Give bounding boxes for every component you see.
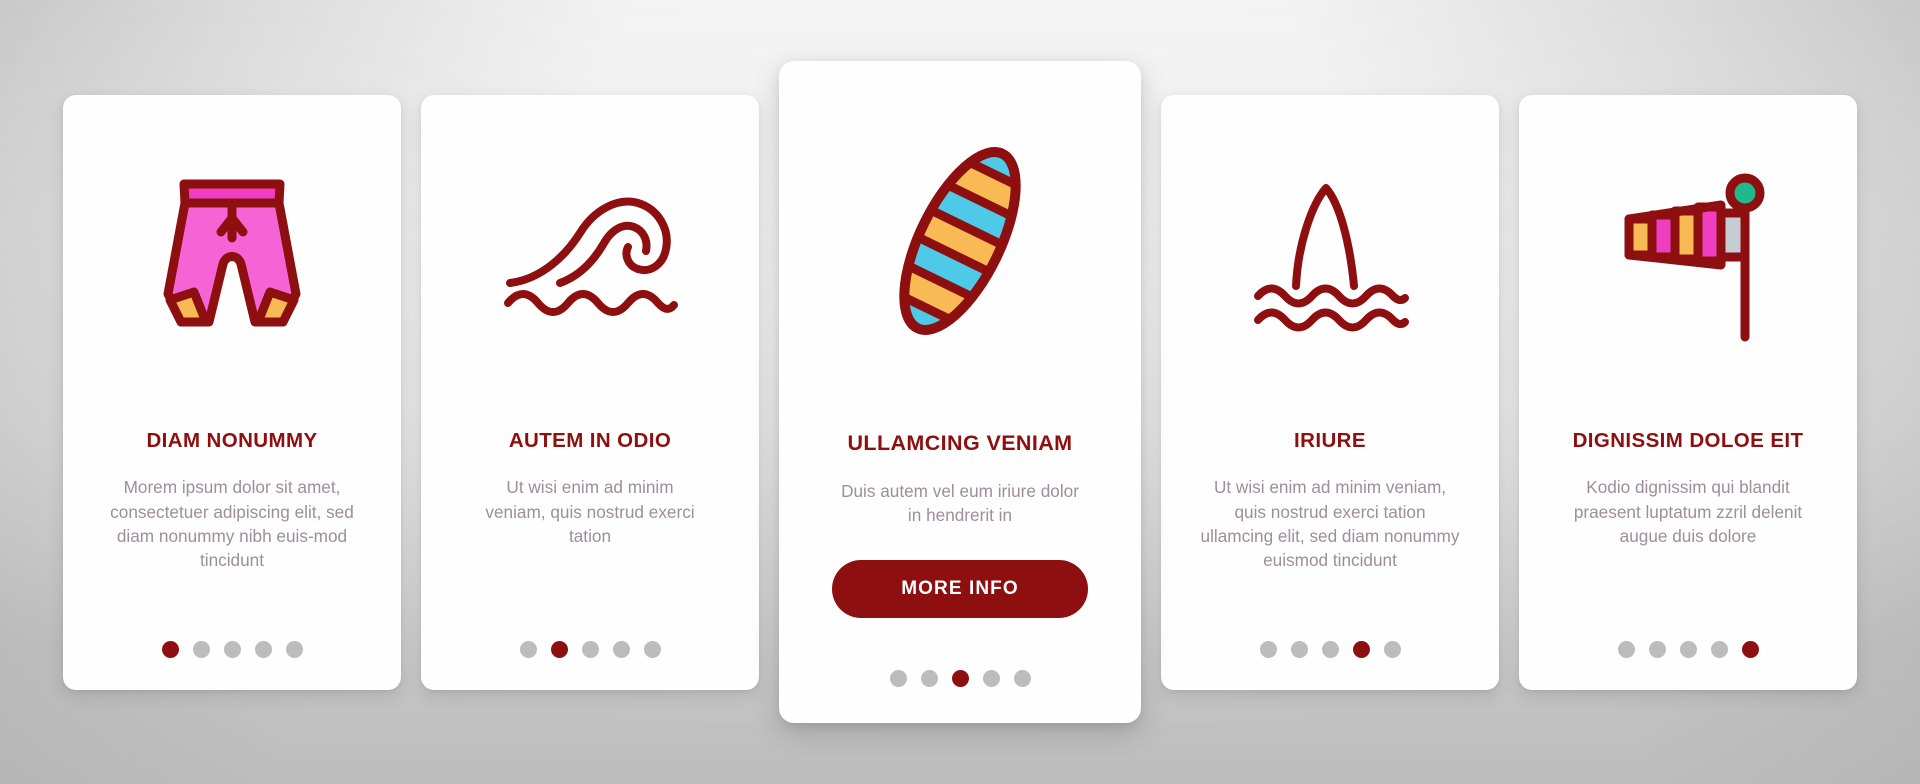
- surfboard-icon: [860, 136, 1060, 346]
- pagination-dot[interactable]: [643, 640, 661, 658]
- card-1-title: DIAM NONUMMY: [146, 428, 318, 452]
- card-2-pagination-dots[interactable]: [519, 640, 661, 662]
- card-4-icon-area: [1183, 119, 1477, 389]
- card-5-pagination-dots[interactable]: [1617, 640, 1759, 662]
- more-info-button[interactable]: MORE INFO: [832, 559, 1088, 618]
- card-3-pagination-dots[interactable]: [889, 670, 1031, 691]
- onboarding-card-2[interactable]: AUTEM IN ODIO Ut wisi enim ad minim veni…: [421, 94, 759, 690]
- pagination-dot[interactable]: [223, 640, 241, 658]
- card-2-body: Ut wisi enim ad minim veniam, quis nostr…: [485, 477, 695, 546]
- card-5-icon-area: [1541, 119, 1835, 389]
- pagination-dot[interactable]: [285, 640, 303, 658]
- onboarding-card-5[interactable]: DIGNISSIM DOLOE EIT Kodio dignissim qui …: [1519, 94, 1857, 690]
- pagination-dot[interactable]: [982, 670, 1000, 687]
- onboarding-card-4[interactable]: IRIURE Ut wisi enim ad minim veniam, qui…: [1161, 94, 1499, 690]
- pagination-dot[interactable]: [951, 670, 969, 687]
- pagination-dot[interactable]: [519, 640, 537, 658]
- pagination-dot[interactable]: [254, 640, 272, 658]
- onboarding-card-1[interactable]: DIAM NONUMMY Morem ipsum dolor sit amet,…: [63, 94, 401, 690]
- card-5-body: Kodio dignissim qui blandit praesent lup…: [1573, 477, 1803, 546]
- onboarding-screens-mockup: DIAM NONUMMY Morem ipsum dolor sit amet,…: [0, 0, 1920, 784]
- pagination-dot[interactable]: [1383, 640, 1401, 658]
- pagination-dot[interactable]: [1352, 640, 1370, 658]
- pagination-dot[interactable]: [1259, 640, 1277, 658]
- card-3-icon-area: [801, 91, 1119, 391]
- pagination-dot[interactable]: [1710, 640, 1728, 658]
- pagination-dot[interactable]: [889, 670, 907, 687]
- card-5-title: DIGNISSIM DOLOE EIT: [1572, 428, 1804, 452]
- pagination-dot[interactable]: [1617, 640, 1635, 658]
- card-3-body: Duis autem vel eum iriure dolor in hendr…: [841, 480, 1079, 526]
- card-1-pagination-dots[interactable]: [161, 640, 303, 662]
- card-2-title: AUTEM IN ODIO: [508, 428, 672, 452]
- card-carousel: DIAM NONUMMY Morem ipsum dolor sit amet,…: [0, 0, 1920, 784]
- pagination-dot[interactable]: [550, 640, 568, 658]
- pagination-dot[interactable]: [1741, 640, 1759, 658]
- wave-icon: [500, 191, 680, 316]
- pagination-dot[interactable]: [1321, 640, 1339, 658]
- pagination-dot[interactable]: [1679, 640, 1697, 658]
- pagination-dot[interactable]: [1648, 640, 1666, 658]
- card-4-title: IRIURE: [1294, 428, 1366, 452]
- pagination-dot[interactable]: [161, 640, 179, 658]
- pagination-dot[interactable]: [192, 640, 210, 658]
- card-1-body: Morem ipsum dolor sit amet, consectetuer…: [110, 477, 354, 571]
- card-4-pagination-dots[interactable]: [1259, 640, 1401, 662]
- card-2-icon-area: [443, 119, 737, 389]
- swim-shorts-icon: [146, 176, 318, 331]
- card-1-icon-area: [85, 119, 379, 389]
- pagination-dot[interactable]: [920, 670, 938, 687]
- card-4-body: Ut wisi enim ad minim veniam, quis nostr…: [1200, 477, 1460, 571]
- windsock-icon: [1593, 161, 1783, 346]
- pagination-dot[interactable]: [1013, 670, 1031, 687]
- onboarding-card-3-featured[interactable]: ULLAMCING VENIAM Duis autem vel eum iriu…: [779, 61, 1141, 723]
- card-3-title: ULLAMCING VENIAM: [847, 431, 1073, 455]
- shark-fin-icon: [1250, 174, 1410, 334]
- pagination-dot[interactable]: [581, 640, 599, 658]
- pagination-dot[interactable]: [1290, 640, 1308, 658]
- pagination-dot[interactable]: [612, 640, 630, 658]
